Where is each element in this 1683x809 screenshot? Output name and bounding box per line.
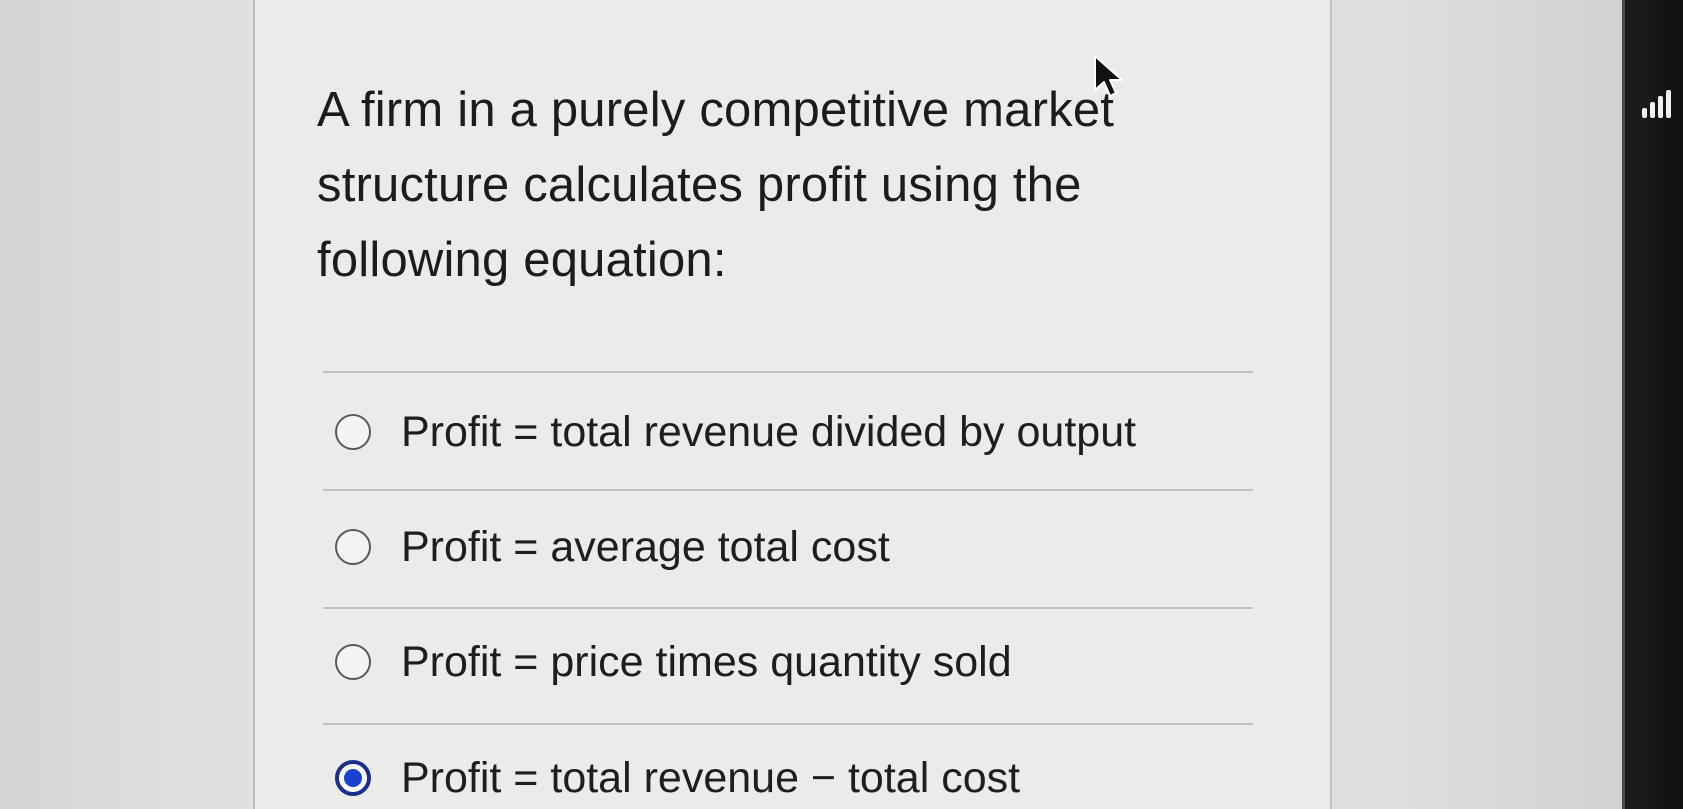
question-text: A firm in a purely competitive market st… bbox=[317, 73, 1177, 298]
divider bbox=[323, 489, 1253, 491]
radio-button[interactable] bbox=[335, 414, 371, 450]
answer-option-4[interactable]: Profit = total revenue − total cost bbox=[335, 748, 1020, 808]
signal-bars-icon bbox=[1642, 90, 1671, 118]
mouse-pointer-icon bbox=[1094, 55, 1123, 97]
monitor-bezel bbox=[1622, 0, 1683, 809]
answer-option-label: Profit = average total cost bbox=[401, 522, 890, 571]
divider bbox=[323, 723, 1253, 725]
answer-option-label: Profit = total revenue divided by output bbox=[401, 407, 1137, 456]
radio-button[interactable] bbox=[335, 644, 371, 680]
screen: A firm in a purely competitive market st… bbox=[0, 0, 1683, 809]
answer-option-label: Profit = price times quantity sold bbox=[401, 637, 1012, 686]
radio-button-selected[interactable] bbox=[335, 760, 371, 796]
divider bbox=[323, 371, 1253, 373]
question-panel: A firm in a purely competitive market st… bbox=[253, 0, 1332, 809]
answer-option-3[interactable]: Profit = price times quantity sold bbox=[335, 632, 1012, 692]
answer-option-label: Profit = total revenue − total cost bbox=[401, 753, 1021, 802]
answer-option-1[interactable]: Profit = total revenue divided by output bbox=[335, 402, 1136, 462]
question-line-1: A firm in a purely competitive market bbox=[317, 83, 1115, 137]
question-line-2: structure calculates profit using the bbox=[317, 158, 1082, 212]
answer-option-2[interactable]: Profit = average total cost bbox=[335, 517, 890, 577]
radio-button[interactable] bbox=[335, 529, 371, 565]
divider bbox=[323, 607, 1253, 609]
question-line-3: following equation: bbox=[317, 233, 727, 287]
